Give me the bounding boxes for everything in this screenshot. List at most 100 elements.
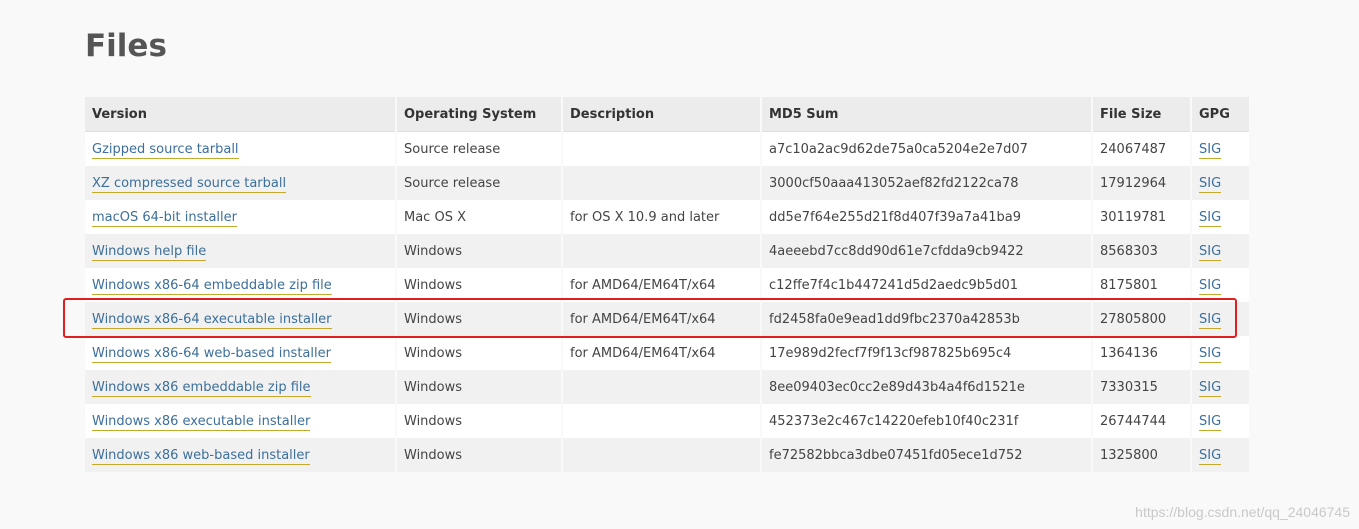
gpg-signature-cell: SIG (1190, 131, 1249, 166)
description-cell (561, 438, 761, 472)
operating-system-cell: Windows (395, 268, 562, 302)
version-cell: XZ compressed source tarball (85, 166, 396, 200)
gpg-signature-link[interactable]: SIG (1199, 141, 1222, 159)
md5-sum-cell: 452373e2c467c14220efeb10f40c231f (760, 404, 1092, 438)
operating-system-cell: Windows (395, 336, 562, 370)
version-link[interactable]: Windows x86-64 web-based installer (92, 345, 331, 363)
md5-sum-cell: dd5e7f64e255d21f8d407f39a7a41ba9 (760, 200, 1092, 234)
operating-system-cell: Windows (395, 438, 562, 472)
version-cell: macOS 64-bit installer (85, 200, 396, 234)
file-size-cell: 26744744 (1091, 404, 1191, 438)
file-size-cell: 7330315 (1091, 370, 1191, 404)
description-cell (561, 131, 761, 166)
file-size-cell: 27805800 (1091, 302, 1191, 336)
page-title: Files (85, 28, 167, 64)
description-cell (561, 166, 761, 200)
version-cell: Gzipped source tarball (85, 132, 396, 167)
file-size-cell: 8568303 (1091, 234, 1191, 268)
gpg-signature-link[interactable]: SIG (1199, 209, 1222, 227)
version-cell: Windows x86-64 executable installer (85, 302, 396, 336)
file-size-cell: 24067487 (1091, 131, 1191, 166)
version-link[interactable]: Gzipped source tarball (92, 141, 239, 159)
watermark: https://blog.csdn.net/qq_24046745 (1135, 504, 1350, 520)
table-header-row: Version Operating System Description MD5… (85, 97, 1249, 132)
gpg-signature-link[interactable]: SIG (1199, 243, 1222, 261)
md5-sum-cell: 3000cf50aaa413052aef82fd2122ca78 (760, 166, 1092, 200)
md5-sum-cell: c12ffe7f4c1b447241d5d2aedc9b5d01 (760, 268, 1092, 302)
header-gpg: GPG (1190, 97, 1249, 132)
md5-sum-cell: fe72582bbca3dbe07451fd05ece1d752 (760, 438, 1092, 472)
gpg-signature-cell: SIG (1190, 302, 1249, 336)
file-size-cell: 1325800 (1091, 438, 1191, 472)
table-row: Windows x86-64 web-based installer Window… (85, 336, 1249, 370)
table-row: Windows x86-64 executable installer Windo… (85, 302, 1249, 336)
version-link[interactable]: XZ compressed source tarball (92, 175, 287, 193)
table-row: Windows x86 embeddable zip file Windows 8e… (85, 370, 1249, 404)
operating-system-cell: Windows (395, 302, 562, 336)
gpg-signature-cell: SIG (1190, 166, 1249, 200)
gpg-signature-cell: SIG (1190, 336, 1249, 370)
description-cell: for AMD64/EM64T/x64 (561, 268, 761, 302)
table-row: XZ compressed source tarball Source relea… (85, 166, 1249, 200)
operating-system-cell: Windows (395, 404, 562, 438)
page: Files Version Operating System Descripti… (0, 0, 1359, 529)
md5-sum-cell: a7c10a2ac9d62de75a0ca5204e2e7d07 (760, 131, 1092, 166)
header-version: Version (85, 97, 396, 132)
file-size-cell: 1364136 (1091, 336, 1191, 370)
operating-system-cell: Mac OS X (395, 200, 562, 234)
description-cell (561, 370, 761, 404)
gpg-signature-link[interactable]: SIG (1199, 175, 1222, 193)
files-table: Version Operating System Description MD5… (85, 97, 1249, 472)
version-link[interactable]: Windows x86 executable installer (92, 413, 311, 431)
version-cell: Windows x86 web-based installer (85, 438, 396, 472)
version-link[interactable]: Windows help file (92, 243, 207, 261)
operating-system-cell: Windows (395, 370, 562, 404)
gpg-signature-link[interactable]: SIG (1199, 447, 1222, 465)
version-link[interactable]: Windows x86-64 embeddable zip file (92, 277, 332, 295)
file-size-cell: 8175801 (1091, 268, 1191, 302)
table-row: Gzipped source tarball Source release a7c1… (85, 131, 1249, 167)
gpg-signature-link[interactable]: SIG (1199, 413, 1222, 431)
header-operating-system: Operating System (395, 97, 562, 132)
table-row: macOS 64-bit installer Mac OS Xfor OS X 1… (85, 200, 1249, 234)
operating-system-cell: Source release (395, 166, 562, 200)
md5-sum-cell: fd2458fa0e9ead1dd9fbc2370a42853b (760, 302, 1092, 336)
table-row: Windows x86-64 embeddable zip file Window… (85, 268, 1249, 302)
gpg-signature-link[interactable]: SIG (1199, 311, 1222, 329)
version-cell: Windows x86 embeddable zip file (85, 370, 396, 404)
version-cell: Windows x86-64 web-based installer (85, 336, 396, 370)
md5-sum-cell: 4aeeebd7cc8dd90d61e7cfdda9cb9422 (760, 234, 1092, 268)
table-row: Windows x86 executable installer Windows 4… (85, 404, 1249, 438)
table-row: Windows x86 web-based installer Windows fe… (85, 438, 1249, 472)
table-body: Gzipped source tarball Source release a7c1… (85, 131, 1249, 472)
header-description: Description (561, 97, 761, 132)
gpg-signature-cell: SIG (1190, 438, 1249, 472)
table-row: Windows help file Windows 4aeeebd7cc8dd90d… (85, 234, 1249, 268)
gpg-signature-link[interactable]: SIG (1199, 277, 1222, 295)
operating-system-cell: Source release (395, 131, 562, 166)
gpg-signature-link[interactable]: SIG (1199, 345, 1222, 363)
version-cell: Windows help file (85, 234, 396, 268)
description-cell: for AMD64/EM64T/x64 (561, 336, 761, 370)
gpg-signature-cell: SIG (1190, 234, 1249, 268)
gpg-signature-link[interactable]: SIG (1199, 379, 1222, 397)
file-size-cell: 17912964 (1091, 166, 1191, 200)
version-link[interactable]: Windows x86 embeddable zip file (92, 379, 311, 397)
file-size-cell: 30119781 (1091, 200, 1191, 234)
version-link[interactable]: macOS 64-bit installer (92, 209, 237, 227)
version-link[interactable]: Windows x86-64 executable installer (92, 311, 332, 329)
version-link[interactable]: Windows x86 web-based installer (92, 447, 310, 465)
operating-system-cell: Windows (395, 234, 562, 268)
header-md5-sum: MD5 Sum (760, 97, 1092, 132)
gpg-signature-cell: SIG (1190, 200, 1249, 234)
gpg-signature-cell: SIG (1190, 268, 1249, 302)
md5-sum-cell: 17e989d2fecf7f9f13cf987825b695c4 (760, 336, 1092, 370)
version-cell: Windows x86 executable installer (85, 404, 396, 438)
header-file-size: File Size (1091, 97, 1191, 132)
gpg-signature-cell: SIG (1190, 370, 1249, 404)
gpg-signature-cell: SIG (1190, 404, 1249, 438)
description-cell: for AMD64/EM64T/x64 (561, 302, 761, 336)
description-cell (561, 404, 761, 438)
version-cell: Windows x86-64 embeddable zip file (85, 268, 396, 302)
description-cell (561, 234, 761, 268)
